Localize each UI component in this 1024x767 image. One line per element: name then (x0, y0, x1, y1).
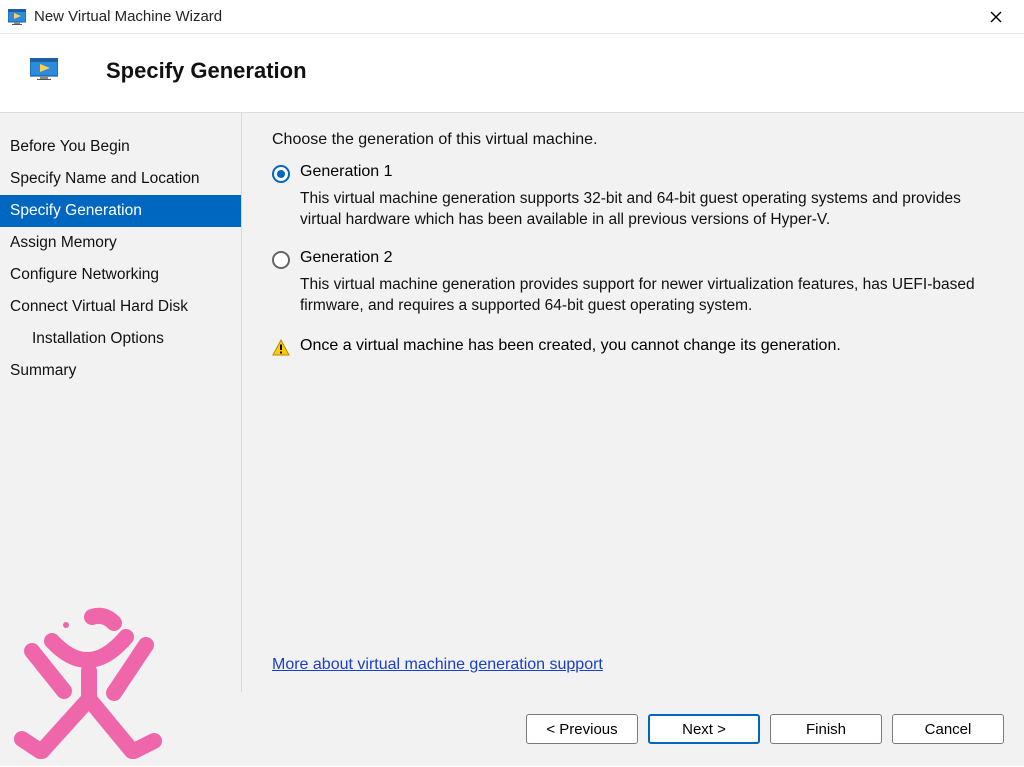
gen2-description: This virtual machine generation provides… (300, 275, 1000, 317)
step-before-you-begin[interactable]: Before You Begin (0, 131, 241, 163)
wizard-body: Before You Begin Specify Name and Locati… (0, 113, 1024, 692)
next-button[interactable]: Next > (648, 714, 760, 744)
page-title: Specify Generation (106, 58, 307, 84)
step-connect-vhd[interactable]: Connect Virtual Hard Disk (0, 291, 241, 323)
generation-warning-row: Once a virtual machine has been created,… (272, 337, 1000, 357)
step-installation-options[interactable]: Installation Options (0, 323, 241, 355)
wizard-header: Specify Generation (0, 34, 1024, 113)
wizard-footer: < Previous Next > Finish Cancel (0, 692, 1024, 766)
finish-button[interactable]: Finish (770, 714, 882, 744)
hyper-v-icon (30, 58, 58, 80)
step-specify-name-location[interactable]: Specify Name and Location (0, 163, 241, 195)
step-summary[interactable]: Summary (0, 355, 241, 387)
gen1-description: This virtual machine generation supports… (300, 189, 1000, 231)
radio-generation-2[interactable]: Generation 2 (272, 249, 1000, 269)
generation-prompt: Choose the generation of this virtual ma… (272, 131, 1000, 149)
more-info-link[interactable]: More about virtual machine generation su… (272, 656, 603, 674)
generation-warning-text: Once a virtual machine has been created,… (300, 337, 841, 355)
close-button[interactable] (976, 0, 1016, 33)
cancel-button[interactable]: Cancel (892, 714, 1004, 744)
step-configure-networking[interactable]: Configure Networking (0, 259, 241, 291)
wizard-content: Choose the generation of this virtual ma… (242, 113, 1024, 692)
window-title: New Virtual Machine Wizard (34, 8, 976, 25)
previous-button[interactable]: < Previous (526, 714, 638, 744)
close-icon (990, 11, 1002, 23)
step-assign-memory[interactable]: Assign Memory (0, 227, 241, 259)
warning-icon (272, 339, 290, 357)
radio-label-gen1: Generation 1 (300, 163, 393, 181)
app-icon (8, 9, 26, 25)
wizard-steps-sidebar: Before You Begin Specify Name and Locati… (0, 113, 242, 692)
radio-icon (272, 165, 290, 183)
step-specify-generation[interactable]: Specify Generation (0, 195, 241, 227)
radio-icon (272, 251, 290, 269)
radio-label-gen2: Generation 2 (300, 249, 393, 267)
radio-generation-1[interactable]: Generation 1 (272, 163, 1000, 183)
titlebar: New Virtual Machine Wizard (0, 0, 1024, 34)
